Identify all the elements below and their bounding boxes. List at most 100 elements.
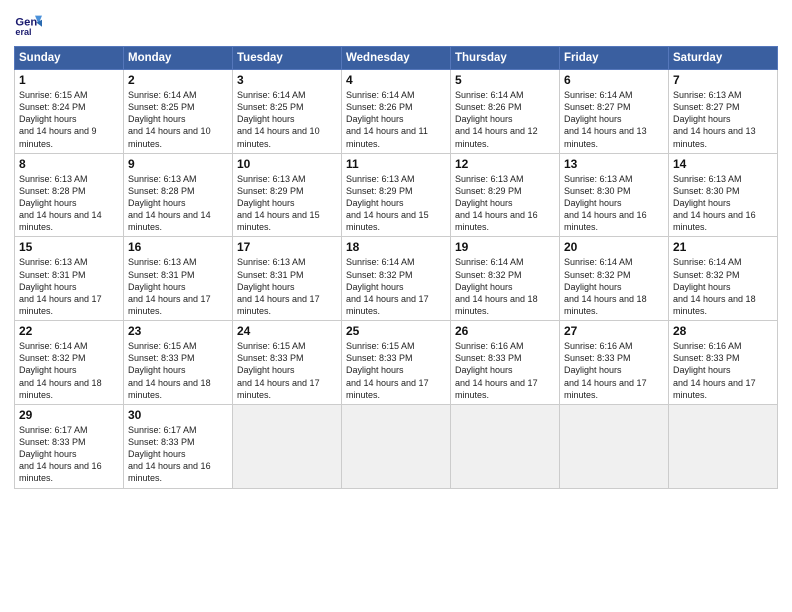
cell-info: Sunrise: 6:15 AMSunset: 8:33 PMDaylight …	[128, 340, 228, 401]
table-row: 10 Sunrise: 6:13 AMSunset: 8:29 PMDaylig…	[233, 153, 342, 237]
cell-info: Sunrise: 6:13 AMSunset: 8:31 PMDaylight …	[128, 256, 228, 317]
cell-info: Sunrise: 6:13 AMSunset: 8:29 PMDaylight …	[237, 173, 337, 234]
day-number: 30	[128, 408, 228, 422]
table-row	[669, 404, 778, 488]
day-number: 14	[673, 157, 773, 171]
svg-text:eral: eral	[15, 27, 31, 37]
day-number: 26	[455, 324, 555, 338]
day-number: 10	[237, 157, 337, 171]
table-row: 13 Sunrise: 6:13 AMSunset: 8:30 PMDaylig…	[560, 153, 669, 237]
cell-info: Sunrise: 6:14 AMSunset: 8:32 PMDaylight …	[455, 256, 555, 317]
cell-info: Sunrise: 6:13 AMSunset: 8:28 PMDaylight …	[128, 173, 228, 234]
table-row: 27 Sunrise: 6:16 AMSunset: 8:33 PMDaylig…	[560, 321, 669, 405]
table-row: 15 Sunrise: 6:13 AMSunset: 8:31 PMDaylig…	[15, 237, 124, 321]
day-number: 29	[19, 408, 119, 422]
cell-info: Sunrise: 6:14 AMSunset: 8:25 PMDaylight …	[237, 89, 337, 150]
cell-info: Sunrise: 6:13 AMSunset: 8:31 PMDaylight …	[19, 256, 119, 317]
table-row: 12 Sunrise: 6:13 AMSunset: 8:29 PMDaylig…	[451, 153, 560, 237]
day-number: 9	[128, 157, 228, 171]
day-number: 17	[237, 240, 337, 254]
table-row: 9 Sunrise: 6:13 AMSunset: 8:28 PMDayligh…	[124, 153, 233, 237]
header: Gen eral	[14, 10, 778, 38]
day-number: 19	[455, 240, 555, 254]
calendar-table: Sunday Monday Tuesday Wednesday Thursday…	[14, 46, 778, 489]
day-number: 7	[673, 73, 773, 87]
cell-info: Sunrise: 6:13 AMSunset: 8:28 PMDaylight …	[19, 173, 119, 234]
day-number: 11	[346, 157, 446, 171]
cell-info: Sunrise: 6:13 AMSunset: 8:31 PMDaylight …	[237, 256, 337, 317]
cell-info: Sunrise: 6:16 AMSunset: 8:33 PMDaylight …	[673, 340, 773, 401]
header-monday: Monday	[124, 47, 233, 70]
table-row: 17 Sunrise: 6:13 AMSunset: 8:31 PMDaylig…	[233, 237, 342, 321]
calendar-week-row: 1 Sunrise: 6:15 AMSunset: 8:24 PMDayligh…	[15, 70, 778, 154]
header-wednesday: Wednesday	[342, 47, 451, 70]
table-row	[451, 404, 560, 488]
day-number: 3	[237, 73, 337, 87]
table-row: 25 Sunrise: 6:15 AMSunset: 8:33 PMDaylig…	[342, 321, 451, 405]
table-row: 8 Sunrise: 6:13 AMSunset: 8:28 PMDayligh…	[15, 153, 124, 237]
cell-info: Sunrise: 6:17 AMSunset: 8:33 PMDaylight …	[128, 424, 228, 485]
table-row: 14 Sunrise: 6:13 AMSunset: 8:30 PMDaylig…	[669, 153, 778, 237]
table-row: 21 Sunrise: 6:14 AMSunset: 8:32 PMDaylig…	[669, 237, 778, 321]
day-number: 12	[455, 157, 555, 171]
day-number: 28	[673, 324, 773, 338]
cell-info: Sunrise: 6:16 AMSunset: 8:33 PMDaylight …	[455, 340, 555, 401]
table-row: 2 Sunrise: 6:14 AMSunset: 8:25 PMDayligh…	[124, 70, 233, 154]
day-number: 23	[128, 324, 228, 338]
day-number: 15	[19, 240, 119, 254]
table-row: 4 Sunrise: 6:14 AMSunset: 8:26 PMDayligh…	[342, 70, 451, 154]
day-number: 6	[564, 73, 664, 87]
day-number: 13	[564, 157, 664, 171]
day-number: 24	[237, 324, 337, 338]
table-row: 24 Sunrise: 6:15 AMSunset: 8:33 PMDaylig…	[233, 321, 342, 405]
table-row	[342, 404, 451, 488]
cell-info: Sunrise: 6:15 AMSunset: 8:24 PMDaylight …	[19, 89, 119, 150]
cell-info: Sunrise: 6:15 AMSunset: 8:33 PMDaylight …	[346, 340, 446, 401]
table-row: 1 Sunrise: 6:15 AMSunset: 8:24 PMDayligh…	[15, 70, 124, 154]
table-row: 18 Sunrise: 6:14 AMSunset: 8:32 PMDaylig…	[342, 237, 451, 321]
cell-info: Sunrise: 6:14 AMSunset: 8:27 PMDaylight …	[564, 89, 664, 150]
cell-info: Sunrise: 6:14 AMSunset: 8:32 PMDaylight …	[19, 340, 119, 401]
logo-icon: Gen eral	[14, 10, 42, 38]
calendar-week-row: 8 Sunrise: 6:13 AMSunset: 8:28 PMDayligh…	[15, 153, 778, 237]
cell-info: Sunrise: 6:16 AMSunset: 8:33 PMDaylight …	[564, 340, 664, 401]
cell-info: Sunrise: 6:13 AMSunset: 8:30 PMDaylight …	[564, 173, 664, 234]
logo: Gen eral	[14, 10, 46, 38]
day-number: 4	[346, 73, 446, 87]
table-row: 11 Sunrise: 6:13 AMSunset: 8:29 PMDaylig…	[342, 153, 451, 237]
table-row	[233, 404, 342, 488]
header-tuesday: Tuesday	[233, 47, 342, 70]
cell-info: Sunrise: 6:14 AMSunset: 8:25 PMDaylight …	[128, 89, 228, 150]
table-row: 6 Sunrise: 6:14 AMSunset: 8:27 PMDayligh…	[560, 70, 669, 154]
cell-info: Sunrise: 6:13 AMSunset: 8:30 PMDaylight …	[673, 173, 773, 234]
header-saturday: Saturday	[669, 47, 778, 70]
table-row: 23 Sunrise: 6:15 AMSunset: 8:33 PMDaylig…	[124, 321, 233, 405]
day-number: 22	[19, 324, 119, 338]
calendar-week-row: 22 Sunrise: 6:14 AMSunset: 8:32 PMDaylig…	[15, 321, 778, 405]
calendar-week-row: 15 Sunrise: 6:13 AMSunset: 8:31 PMDaylig…	[15, 237, 778, 321]
table-row: 26 Sunrise: 6:16 AMSunset: 8:33 PMDaylig…	[451, 321, 560, 405]
header-thursday: Thursday	[451, 47, 560, 70]
table-row: 7 Sunrise: 6:13 AMSunset: 8:27 PMDayligh…	[669, 70, 778, 154]
table-row: 28 Sunrise: 6:16 AMSunset: 8:33 PMDaylig…	[669, 321, 778, 405]
table-row: 20 Sunrise: 6:14 AMSunset: 8:32 PMDaylig…	[560, 237, 669, 321]
day-number: 5	[455, 73, 555, 87]
header-friday: Friday	[560, 47, 669, 70]
cell-info: Sunrise: 6:14 AMSunset: 8:32 PMDaylight …	[673, 256, 773, 317]
table-row: 22 Sunrise: 6:14 AMSunset: 8:32 PMDaylig…	[15, 321, 124, 405]
header-sunday: Sunday	[15, 47, 124, 70]
table-row	[560, 404, 669, 488]
cell-info: Sunrise: 6:15 AMSunset: 8:33 PMDaylight …	[237, 340, 337, 401]
day-number: 8	[19, 157, 119, 171]
cell-info: Sunrise: 6:14 AMSunset: 8:32 PMDaylight …	[564, 256, 664, 317]
calendar-page: Gen eral Sunday Monday Tuesday Wednesday…	[0, 0, 792, 612]
day-number: 27	[564, 324, 664, 338]
cell-info: Sunrise: 6:14 AMSunset: 8:26 PMDaylight …	[346, 89, 446, 150]
cell-info: Sunrise: 6:14 AMSunset: 8:26 PMDaylight …	[455, 89, 555, 150]
day-number: 18	[346, 240, 446, 254]
day-number: 1	[19, 73, 119, 87]
cell-info: Sunrise: 6:13 AMSunset: 8:29 PMDaylight …	[455, 173, 555, 234]
cell-info: Sunrise: 6:17 AMSunset: 8:33 PMDaylight …	[19, 424, 119, 485]
cell-info: Sunrise: 6:14 AMSunset: 8:32 PMDaylight …	[346, 256, 446, 317]
day-number: 16	[128, 240, 228, 254]
